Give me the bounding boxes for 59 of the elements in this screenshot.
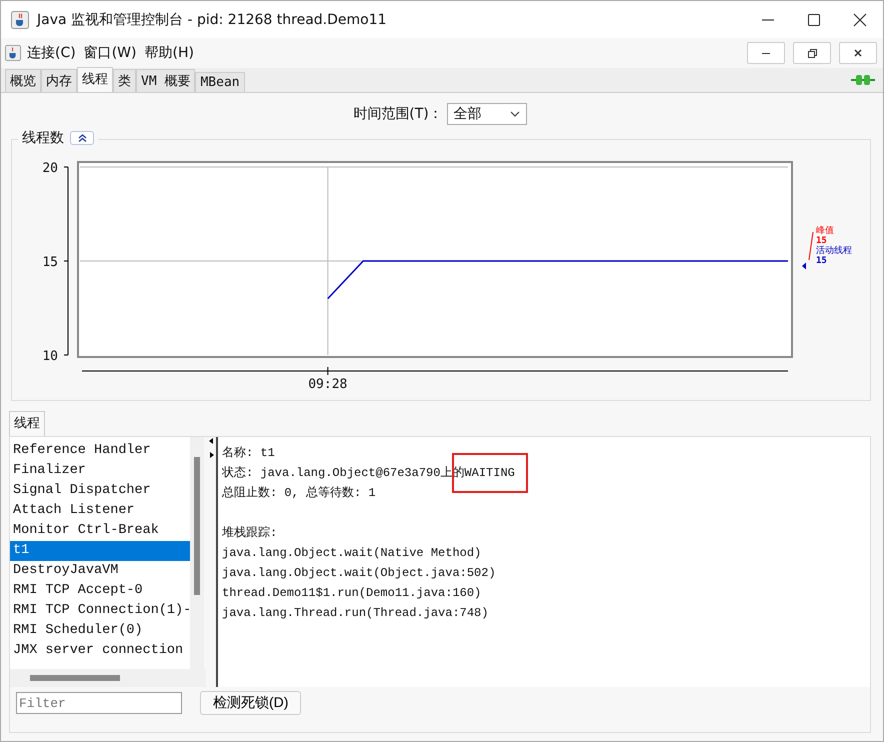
legend-label: 峰值 — [816, 226, 835, 236]
java-cup-icon — [5, 45, 21, 61]
time-range-dropdown[interactable]: 全部 — [446, 103, 527, 125]
filter-field[interactable]: Filter — [16, 692, 182, 714]
panel-title: 线程数 — [22, 129, 64, 147]
menu-item[interactable]: 帮助(H) — [144, 44, 194, 62]
splitter-arrows-icon[interactable] — [208, 437, 214, 459]
double-chevron-up-icon — [78, 134, 86, 142]
maximize-icon[interactable] — [807, 12, 821, 26]
thread-list-item[interactable]: Monitor Ctrl-Break — [10, 521, 190, 541]
tab[interactable]: 内存 — [41, 69, 77, 92]
stack-frame: java.lang.Thread.run(Thread.java:748) — [222, 603, 866, 623]
thread-list-item[interactable]: Signal Dispatcher — [10, 481, 190, 501]
close-icon[interactable] — [853, 12, 867, 26]
detail-line: 名称: t1 — [222, 445, 276, 462]
close-button[interactable] — [839, 42, 877, 64]
minimize-icon — [762, 52, 770, 54]
close-icon — [854, 49, 862, 57]
restore-button[interactable] — [793, 42, 831, 64]
collapse-button[interactable] — [70, 131, 94, 145]
scrollbar-thumb[interactable] — [30, 675, 120, 681]
stack-frame: thread.Demo11$1.run(Demo11.java:160) — [222, 583, 866, 603]
time-range-label: 时间范围(T)： — [353, 105, 443, 123]
plug-icon — [851, 74, 875, 86]
window-title: Java 监视和管理控制台 - pid: 21268 thread.Demo11 — [37, 10, 387, 28]
thread-list-item[interactable]: RMI TCP Accept-0 — [10, 581, 190, 601]
thread-list-item[interactable]: JMX server connection — [10, 641, 190, 661]
tab[interactable]: 线程 — [77, 67, 113, 92]
menu-item[interactable]: 连接(C) — [27, 44, 76, 62]
thread-list-item[interactable]: t1 — [10, 541, 190, 561]
tab[interactable]: 类 — [113, 69, 136, 92]
stack-frame: java.lang.Object.wait(Object.java:502) — [222, 563, 866, 583]
axis-tick-label: 20 — [42, 161, 58, 176]
detect-deadlock-button[interactable]: 检测死锁(D) — [200, 691, 302, 715]
axis-tick-label: 10 — [42, 349, 58, 364]
scrollbar-thumb[interactable] — [194, 457, 200, 595]
detail-line: 堆栈跟踪: — [222, 525, 278, 542]
thread-list-item[interactable]: RMI Scheduler(0) — [10, 621, 190, 641]
axis-tick-label: 15 — [42, 255, 58, 270]
thread-list-item[interactable]: Reference Handler — [10, 441, 190, 461]
tab[interactable]: 线程 — [9, 411, 45, 436]
tab[interactable]: 概览 — [5, 69, 41, 92]
menu-item[interactable]: 窗口(W) — [84, 44, 136, 62]
thread-list-item[interactable]: Finalizer — [10, 461, 190, 481]
tab[interactable]: MBean — [195, 72, 245, 92]
legend-value: 15 — [816, 256, 828, 266]
tab[interactable]: VM 概要 — [136, 69, 196, 92]
legend-marker — [802, 232, 814, 270]
java-cup-icon — [11, 10, 29, 28]
stack-frame: java.lang.Object.wait(Native Method) — [222, 543, 866, 563]
restore-icon — [808, 48, 816, 58]
thread-list-item[interactable]: Attach Listener — [10, 501, 190, 521]
legend-value: 15 — [816, 236, 827, 246]
detail-line: 总阻止数: 0, 总等待数: 1 — [222, 485, 377, 502]
thread-list-item[interactable]: DestroyJavaVM — [10, 561, 190, 581]
thread-list-item[interactable]: RMI TCP Connection(1)- — [10, 601, 190, 621]
chevron-down-icon — [510, 111, 520, 117]
legend-label: 活动线程 — [816, 246, 852, 256]
axis-tick-label: 09:28 — [308, 377, 348, 392]
